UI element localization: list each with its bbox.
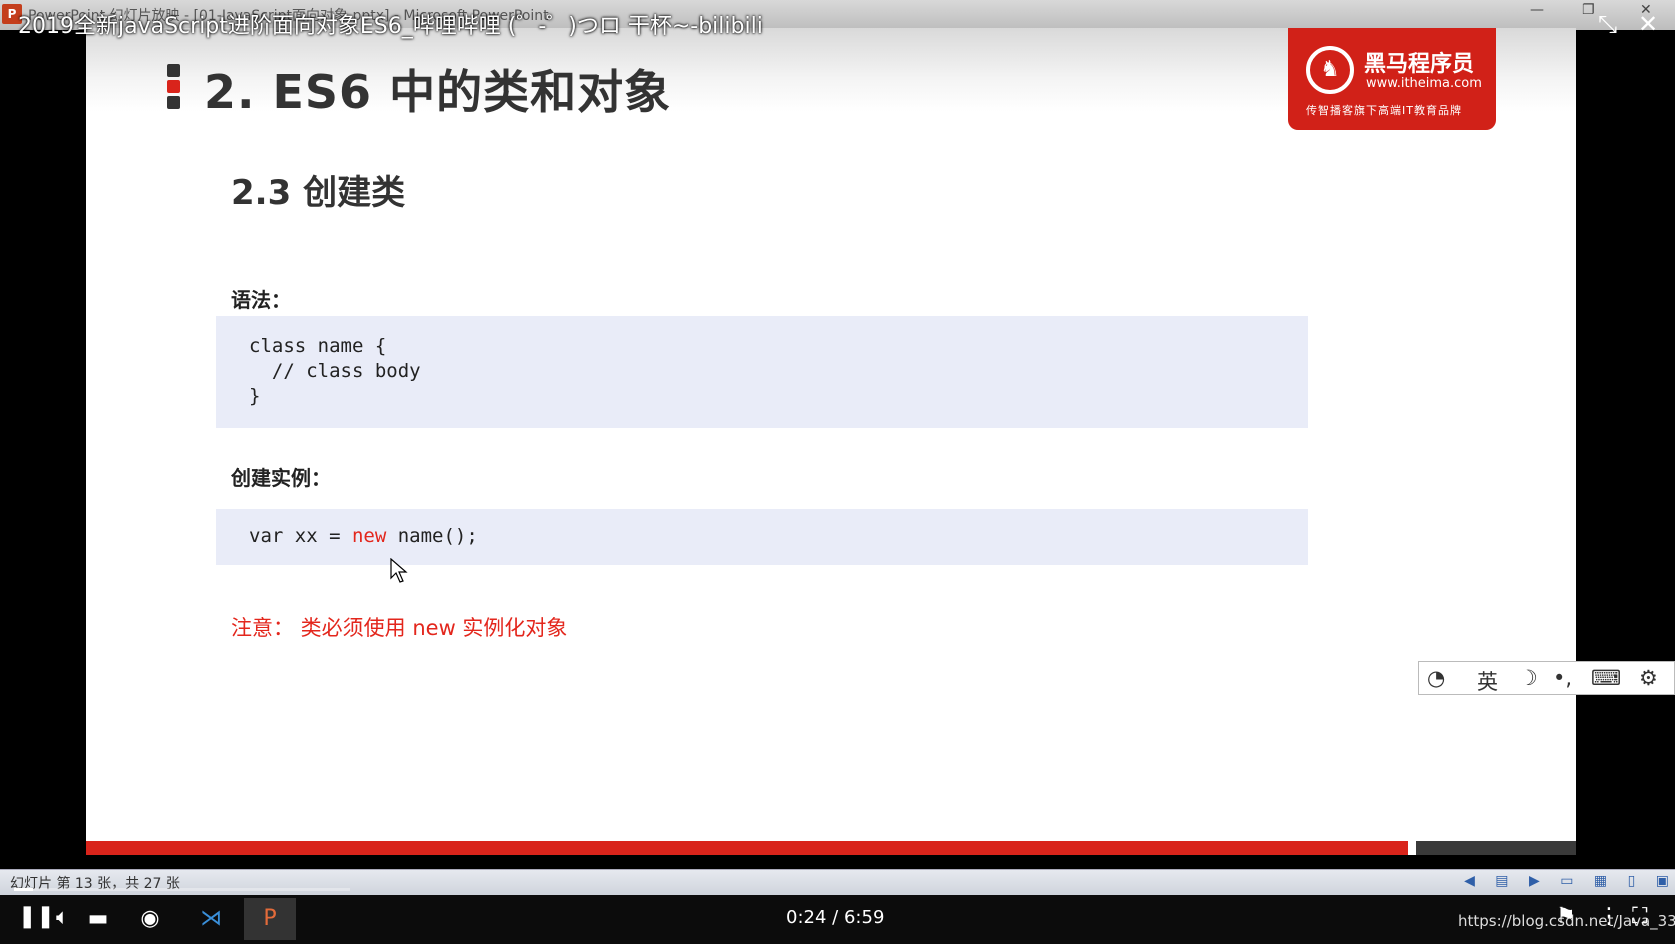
instance-code: var xx = new name(); xyxy=(216,509,1308,549)
prev-slide-icon[interactable]: ◀ xyxy=(1464,873,1475,889)
slide-subtitle: 2.3 创建类 xyxy=(231,173,406,213)
time-current: 0:24 xyxy=(786,907,827,928)
new-keyword: new xyxy=(351,525,387,547)
time-separator: / xyxy=(832,907,839,928)
slide-footer-bar xyxy=(86,841,1408,855)
next-slide-icon[interactable]: ▶ xyxy=(1529,873,1540,889)
ime-logo-icon[interactable]: ◔ xyxy=(1427,666,1445,690)
syntax-code-block: class name { // class body } xyxy=(216,316,1308,428)
bookmark-icon[interactable]: ⚑ xyxy=(1556,904,1576,929)
video-frame[interactable]: P PowerPoint 幻灯片放映 - [01-JavaScript面向对象.… xyxy=(0,0,1675,944)
syntax-label: 语法： xyxy=(231,288,291,312)
fullscreen-icon[interactable]: ⛶ xyxy=(1632,904,1647,929)
ime-toolbar: ◔ 英 ☽ •, ⌨ ⚙ xyxy=(1418,661,1675,695)
close-icon[interactable]: ✕ xyxy=(1638,10,1658,38)
logo-slogan: 传智播客旗下高端IT教育品牌 xyxy=(1306,104,1462,117)
chrome-taskbar-icon: ◉ xyxy=(140,906,160,931)
logo-url: www.itheima.com xyxy=(1366,76,1482,91)
vscode-taskbar-icon: ⋊ xyxy=(200,906,222,931)
ppt-status-icons: ◀ ▤ ▶ ▭ ▦ ▯ ▣ xyxy=(1448,873,1669,889)
instance-code-end: name(); xyxy=(386,525,478,547)
syntax-code: class name { // class body } xyxy=(249,335,421,407)
more-options-icon[interactable]: ⋮ xyxy=(1598,904,1620,929)
note-text: 注意： 类必须使用 new 实例化对象 xyxy=(231,616,568,640)
minimize-icon[interactable]: — xyxy=(1530,2,1544,18)
progress-bar[interactable] xyxy=(14,888,350,891)
slide-menu-icon[interactable]: ▤ xyxy=(1495,873,1508,889)
restore-icon[interactable]: ❐ xyxy=(1582,2,1595,18)
instance-code-start: var xx = xyxy=(249,525,352,547)
sorter-view-icon[interactable]: ▦ xyxy=(1594,873,1607,889)
title-marker-icon xyxy=(167,64,181,112)
exit-fullscreen-icon[interactable]: ⤡ xyxy=(1598,10,1617,38)
powerpoint-taskbar-icon: P xyxy=(244,898,296,940)
slide-footer-dark-bar xyxy=(1416,841,1576,855)
slide-title: 2. ES6 中的类和对象 xyxy=(204,65,672,119)
keyboard-icon[interactable]: ⌨ xyxy=(1591,666,1621,690)
reading-view-icon[interactable]: ▯ xyxy=(1628,873,1636,889)
video-title: 2019全新javaScript进阶面向对象ES6_哔哩哔哩 (゜-゜)つロ 干… xyxy=(18,14,763,39)
slide: 2. ES6 中的类和对象 ♞ 黑马程序员 www.itheima.com 传智… xyxy=(86,28,1576,855)
player-controls: ❚❚ 🔈︎ ▬ ◉ ⋊ P 0:24 / 6:59 https://blog.c… xyxy=(0,888,1675,944)
ppt-status-bar: 幻灯片 第 13 张，共 27 张 ◀ ▤ ▶ ▭ ▦ ▯ ▣ xyxy=(0,869,1675,895)
slideshow-view-icon[interactable]: ▣ xyxy=(1656,873,1669,889)
horse-logo-icon: ♞ xyxy=(1306,46,1354,94)
mouse-cursor-icon xyxy=(390,558,408,583)
punctuation-icon[interactable]: •, xyxy=(1553,666,1572,690)
logo-name: 黑马程序员 xyxy=(1364,52,1475,77)
instance-code-block: var xx = new name(); xyxy=(216,509,1308,565)
time-total: 6:59 xyxy=(843,907,885,928)
time-display: 0:24 / 6:59 xyxy=(786,907,884,928)
folder-taskbar-icon: ▬ xyxy=(87,906,109,931)
progress-fill xyxy=(14,888,34,891)
ime-language-toggle[interactable]: 英 xyxy=(1477,666,1498,696)
gear-icon[interactable]: ⚙ xyxy=(1639,666,1658,690)
pause-icon[interactable]: ❚❚ xyxy=(18,904,55,929)
normal-view-icon[interactable]: ▭ xyxy=(1560,873,1573,889)
moon-icon[interactable]: ☽ xyxy=(1519,666,1538,690)
instance-label: 创建实例： xyxy=(231,466,331,490)
volume-icon[interactable]: 🔈︎ xyxy=(56,905,69,930)
itheima-logo: ♞ 黑马程序员 www.itheima.com 传智播客旗下高端IT教育品牌 xyxy=(1288,28,1496,130)
